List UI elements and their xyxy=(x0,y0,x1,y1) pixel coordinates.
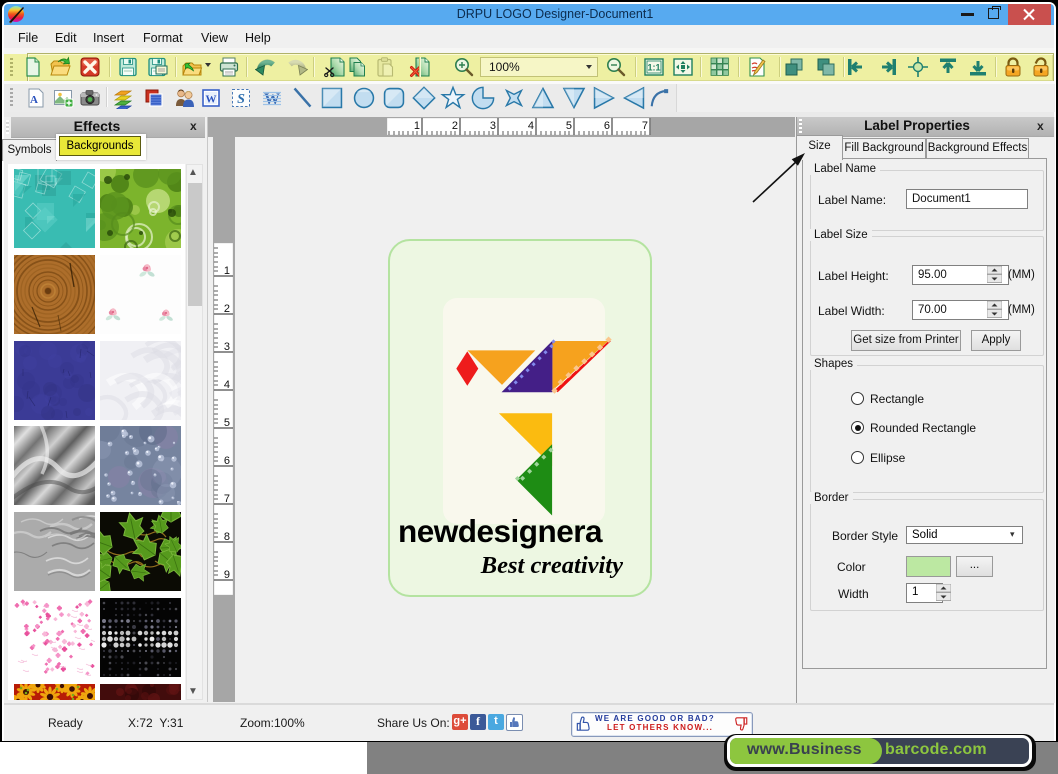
svg-text:6: 6 xyxy=(224,455,230,467)
svg-text:6: 6 xyxy=(604,120,610,132)
svg-text:2: 2 xyxy=(452,120,458,132)
svg-text:5: 5 xyxy=(224,417,230,429)
svg-text:3: 3 xyxy=(224,341,230,353)
svg-text:4: 4 xyxy=(224,379,230,391)
svg-text:1: 1 xyxy=(224,265,230,277)
svg-text:W: W xyxy=(264,91,280,108)
svg-text:9: 9 xyxy=(224,569,230,581)
svg-text:7: 7 xyxy=(642,120,648,132)
svg-text:7: 7 xyxy=(224,493,230,505)
svg-text:W: W xyxy=(206,94,217,106)
svg-text:A: A xyxy=(30,94,38,106)
svg-text:5: 5 xyxy=(566,120,572,132)
svg-text:1: 1 xyxy=(414,120,420,132)
svg-text:S: S xyxy=(237,92,245,107)
svg-text:8: 8 xyxy=(224,531,230,543)
svg-text:4: 4 xyxy=(528,120,534,132)
svg-text:3: 3 xyxy=(490,120,496,132)
svg-text:2: 2 xyxy=(224,303,230,315)
svg-text:1:1: 1:1 xyxy=(647,63,660,73)
